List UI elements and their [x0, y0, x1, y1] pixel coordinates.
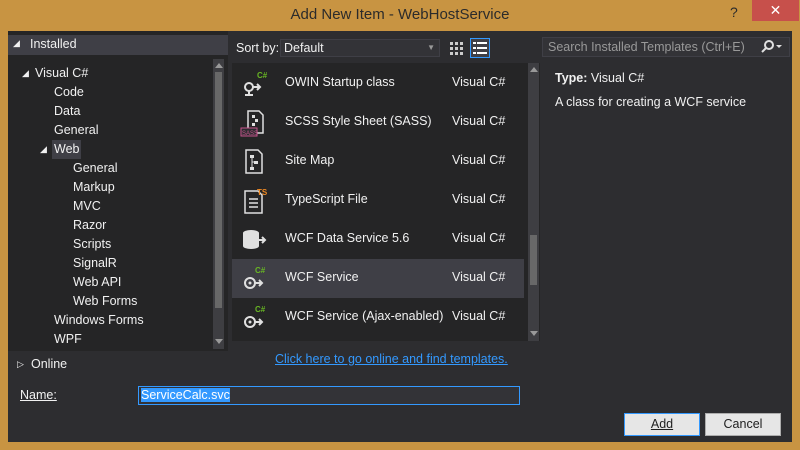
dialog-body: ◢ Installed ◢ Visual C# Code Data Genera… [8, 31, 792, 442]
wcf-service-icon: C# [240, 265, 268, 293]
template-list-scrollbar[interactable] [528, 63, 539, 341]
collapse-arrow-icon[interactable]: ◢ [22, 69, 29, 79]
collapse-arrow-icon[interactable]: ◢ [13, 39, 20, 49]
collapse-arrow-icon[interactable]: ◢ [40, 145, 47, 155]
svg-text:C#: C# [257, 71, 268, 80]
sort-by-value: Default [284, 41, 324, 55]
scroll-down-arrow-icon[interactable] [215, 339, 223, 344]
template-name: WCF Service [285, 270, 359, 284]
help-button[interactable]: ? [730, 4, 744, 24]
sort-by-dropdown[interactable]: Default ▼ [280, 39, 440, 57]
chevron-down-icon: ▼ [427, 43, 435, 52]
template-language: Visual C# [452, 153, 506, 167]
template-language: Visual C# [452, 231, 506, 245]
add-button[interactable]: Add [624, 413, 700, 436]
svg-text:C#: C# [255, 305, 266, 314]
tree-item-web-api[interactable]: Web API [73, 273, 121, 292]
template-name: WCF Service (Ajax-enabled) [285, 309, 444, 323]
sort-by-label: Sort by: [236, 41, 280, 55]
tree-item-wpf[interactable]: WPF [54, 330, 82, 349]
template-type: Type: Visual C# [555, 71, 644, 85]
list-item[interactable]: SASS SCSS Style Sheet (SASS) Visual C# [232, 103, 524, 142]
search-input[interactable]: Search Installed Templates (Ctrl+E) [542, 37, 790, 57]
search-placeholder: Search Installed Templates (Ctrl+E) [548, 40, 745, 54]
data-service-icon [240, 226, 268, 254]
name-label: Name: [20, 388, 57, 402]
tree-item-razor[interactable]: Razor [73, 216, 106, 235]
template-name: TypeScript File [285, 192, 368, 206]
template-description: A class for creating a WCF service [555, 95, 747, 109]
tree-item-visual-csharp[interactable]: Visual C# [35, 64, 88, 83]
search-icon[interactable] [761, 39, 783, 58]
template-name: Site Map [285, 153, 335, 167]
tree-item-code[interactable]: Code [54, 83, 84, 102]
tree-item-scripts[interactable]: Scripts [73, 235, 111, 254]
tree-item-markup[interactable]: Markup [73, 178, 115, 197]
sitemap-icon [240, 148, 268, 176]
tree-item-signalr[interactable]: SignalR [73, 254, 117, 273]
template-list: C# OWIN Startup class Visual C# SASS SCS… [232, 63, 540, 341]
csharp-class-icon: C# [240, 70, 268, 98]
type-label: Type: [555, 71, 588, 85]
name-field-value: ServiceCalc.svc [141, 388, 230, 402]
scroll-up-arrow-icon[interactable] [530, 67, 538, 72]
svg-text:SASS: SASS [242, 131, 258, 137]
scss-file-icon: SASS [240, 109, 268, 137]
list-item[interactable]: TS TypeScript File Visual C# [232, 181, 524, 220]
add-button-label: Add [650, 417, 674, 431]
tree-item-windows-forms[interactable]: Windows Forms [54, 311, 144, 330]
tree-item-web-forms[interactable]: Web Forms [73, 292, 137, 311]
template-list-scroll-thumb[interactable] [530, 235, 537, 285]
svg-text:TS: TS [257, 188, 268, 197]
list-item[interactable]: C# OWIN Startup class Visual C# [232, 64, 524, 103]
window-title: Add New Item - WebHostService [290, 6, 510, 23]
list-view-icon[interactable] [470, 38, 490, 58]
list-item[interactable]: Site Map Visual C# [232, 142, 524, 181]
template-language: Visual C# [452, 75, 506, 89]
online-templates-link[interactable]: Click here to go online and find templat… [275, 352, 508, 366]
scroll-down-arrow-icon[interactable] [530, 331, 538, 336]
template-language: Visual C# [452, 114, 506, 128]
tree-item-general[interactable]: General [54, 121, 98, 140]
template-language: Visual C# [452, 270, 506, 284]
name-label-text: Name: [20, 388, 57, 402]
tree-scroll-thumb[interactable] [215, 72, 222, 308]
list-item[interactable]: C# WCF Service (Ajax-enabled) Visual C# [232, 298, 524, 337]
tree-scrollbar[interactable] [213, 59, 224, 349]
grid-view-icon[interactable] [446, 38, 466, 58]
tree-installed-header[interactable]: ◢ Installed [8, 35, 228, 55]
expand-arrow-icon[interactable]: ▷ [17, 360, 24, 370]
scroll-up-arrow-icon[interactable] [215, 63, 223, 68]
template-language: Visual C# [452, 309, 506, 323]
tree-item-web-general[interactable]: General [73, 159, 117, 178]
close-button[interactable]: ✕ [752, 0, 799, 21]
template-name: OWIN Startup class [285, 75, 395, 89]
template-name: SCSS Style Sheet (SASS) [285, 114, 432, 128]
template-language: Visual C# [452, 192, 506, 206]
svg-text:C#: C# [255, 266, 266, 275]
list-item[interactable]: WCF Data Service 5.6 Visual C# [232, 220, 524, 259]
template-name: WCF Data Service 5.6 [285, 231, 410, 245]
list-item-selected[interactable]: C# WCF Service Visual C# [232, 259, 524, 298]
cancel-button[interactable]: Cancel [705, 413, 781, 436]
name-field[interactable]: ServiceCalc.svc [138, 386, 520, 405]
tree-item-online[interactable]: Online [31, 355, 67, 374]
tree-item-mvc[interactable]: MVC [73, 197, 101, 216]
tree-item-data[interactable]: Data [54, 102, 80, 121]
tree-installed-label: Installed [30, 37, 77, 51]
type-value: Visual C# [590, 71, 645, 85]
wcf-ajax-service-icon: C# [240, 304, 268, 332]
add-new-item-dialog: Add New Item - WebHostService ? ✕ ◢ Inst… [0, 0, 800, 450]
title-bar[interactable]: Add New Item - WebHostService ? ✕ [0, 0, 800, 31]
tree-item-web[interactable]: Web [52, 140, 82, 159]
template-category-tree: ◢ Installed ◢ Visual C# Code Data Genera… [8, 31, 228, 351]
typescript-file-icon: TS [240, 187, 268, 215]
